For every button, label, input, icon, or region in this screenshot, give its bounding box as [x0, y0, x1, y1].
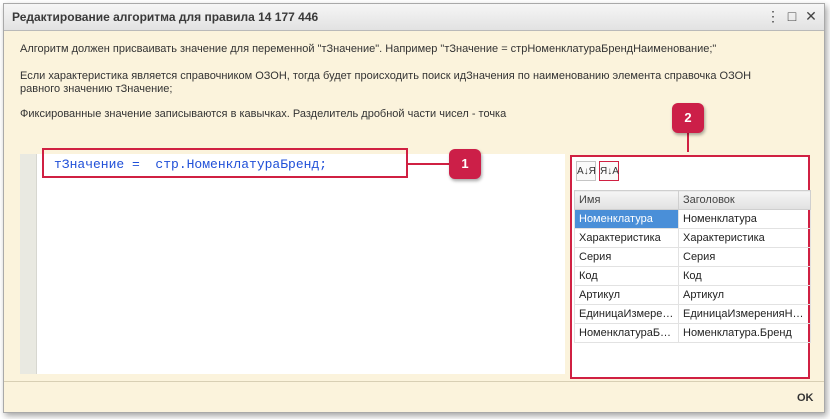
- description-line-1: Алгоритм должен присваивать значение для…: [20, 43, 717, 55]
- cell-name[interactable]: Характеристика: [574, 228, 679, 248]
- table-row[interactable]: Артикул Артикул: [574, 285, 811, 305]
- cell-title[interactable]: ЕдиницаИзмеренияНо...: [678, 304, 811, 324]
- maximize-button[interactable]: □: [783, 7, 801, 25]
- dialog-window: Редактирование алгоритма для правила 14 …: [3, 3, 825, 413]
- cell-title[interactable]: Номенклатура: [678, 209, 811, 229]
- callout-1-badge: 1: [449, 149, 481, 179]
- sort-ascending-button[interactable]: А↓Я: [576, 161, 596, 181]
- column-header-name[interactable]: Имя: [574, 190, 679, 210]
- cell-title[interactable]: Серия: [678, 247, 811, 267]
- table-row[interactable]: Код Код: [574, 266, 811, 286]
- table-row[interactable]: ЕдиницаИзмерен... ЕдиницаИзмеренияНо...: [574, 304, 811, 324]
- table-row[interactable]: Серия Серия: [574, 247, 811, 267]
- footer-divider: [4, 381, 824, 382]
- callout-1-connector: [408, 163, 450, 165]
- sort-descending-button[interactable]: Я↓А: [599, 161, 619, 181]
- cell-title[interactable]: Характеристика: [678, 228, 811, 248]
- fields-table: Имя Заголовок Номенклатура Номенклатура …: [574, 190, 811, 343]
- fields-panel: А↓Я Я↓А Имя Заголовок Номенклатура Номен…: [570, 155, 811, 379]
- description-line-3: Фиксированные значение записываются в ка…: [20, 108, 507, 120]
- table-header-row: Имя Заголовок: [574, 190, 811, 210]
- description-line-2b: равного значению тЗначение;: [20, 83, 173, 95]
- cell-name[interactable]: Серия: [574, 247, 679, 267]
- table-row[interactable]: Номенклатура Номенклатура: [574, 209, 811, 229]
- cell-title[interactable]: Код: [678, 266, 811, 286]
- cell-title[interactable]: Артикул: [678, 285, 811, 305]
- table-row[interactable]: Характеристика Характеристика: [574, 228, 811, 248]
- editor-gutter: [20, 154, 37, 374]
- callout-1-highlight: [42, 148, 408, 178]
- ok-button[interactable]: OK: [797, 392, 814, 404]
- cell-name[interactable]: НоменклатураБрен...: [574, 323, 679, 343]
- column-header-title[interactable]: Заголовок: [678, 190, 811, 210]
- callout-2-badge: 2: [672, 103, 704, 133]
- cell-name[interactable]: Артикул: [574, 285, 679, 305]
- cell-name[interactable]: Код: [574, 266, 679, 286]
- table-row[interactable]: НоменклатураБрен... Номенклатура.Бренд: [574, 323, 811, 343]
- cell-title[interactable]: Номенклатура.Бренд: [678, 323, 811, 343]
- code-editor[interactable]: тЗначение = стр.НоменклатураБренд;: [20, 154, 565, 374]
- window-title: Редактирование алгоритма для правила 14 …: [12, 10, 319, 24]
- close-button[interactable]: ✕: [802, 7, 820, 25]
- more-icon[interactable]: ⋮: [764, 7, 782, 25]
- cell-name[interactable]: ЕдиницаИзмерен...: [574, 304, 679, 324]
- title-bar: Редактирование алгоритма для правила 14 …: [4, 4, 824, 31]
- cell-name[interactable]: Номенклатура: [574, 209, 679, 229]
- description-line-2a: Если характеристика является справочнико…: [20, 70, 752, 82]
